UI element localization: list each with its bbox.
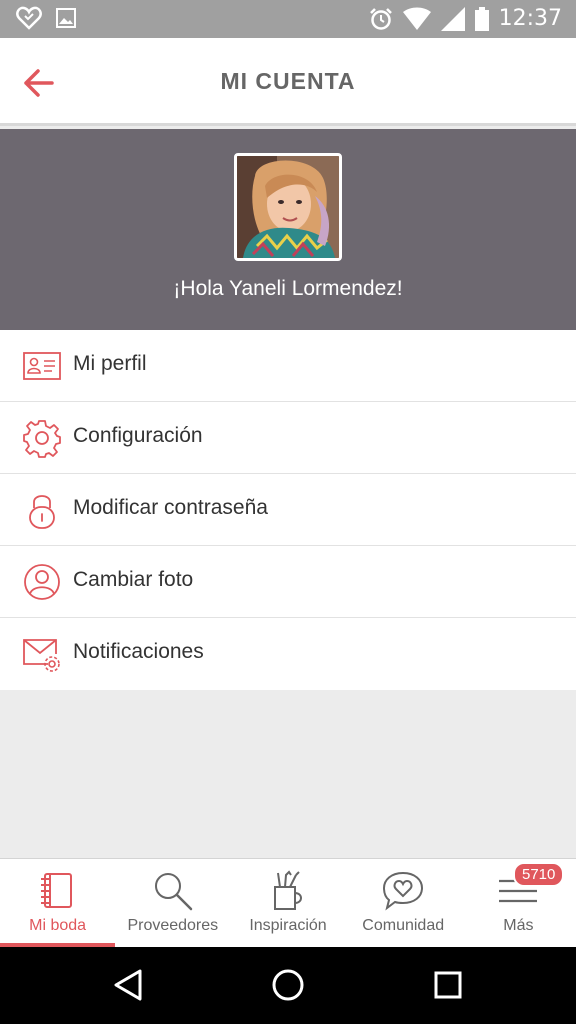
heart-outline-icon — [16, 6, 42, 30]
battery-icon — [474, 6, 489, 31]
square-recents-icon — [434, 971, 462, 999]
notebook-icon — [40, 873, 72, 908]
avatar[interactable] — [234, 153, 342, 261]
pencil-cup-icon — [274, 870, 302, 910]
tab-label: Proveedores — [127, 917, 219, 934]
tab-label: Inspiración — [249, 917, 327, 934]
page-title: MI CUENTA — [220, 68, 356, 94]
avatar-photo — [237, 156, 339, 258]
home-nav-button[interactable] — [270, 967, 306, 1003]
menu-item-label: Mi perfil — [73, 352, 147, 375]
account-menu: Mi perfil Configuración Modificar contra… — [0, 330, 576, 690]
tab-proveedores[interactable]: Proveedores — [115, 859, 230, 947]
greeting-text: ¡Hola Yaneli Lormendez! — [173, 277, 403, 300]
menu-item-label: Cambiar foto — [73, 568, 194, 591]
app-bar: MI CUENTA — [0, 38, 576, 126]
user-circle-icon — [24, 564, 60, 600]
status-bar: 12:37 — [0, 0, 576, 38]
menu-item-modificar-contrasena[interactable]: Modificar contraseña — [0, 474, 576, 546]
mail-settings-icon — [23, 639, 60, 672]
image-icon — [56, 8, 76, 28]
circle-home-icon — [272, 969, 304, 1001]
menu-item-label: Modificar contraseña — [73, 496, 268, 519]
back-nav-button[interactable] — [110, 967, 146, 1003]
status-time: 12:37 — [498, 6, 562, 31]
bottom-nav: Mi boda Proveedores Inspiración Comunida… — [0, 858, 576, 947]
search-icon — [154, 873, 193, 911]
wifi-icon — [402, 7, 431, 30]
recents-nav-button[interactable] — [430, 967, 466, 1003]
triangle-back-icon — [114, 969, 142, 1001]
menu-item-mi-perfil[interactable]: Mi perfil — [0, 330, 576, 402]
tab-label: Comunidad — [362, 917, 445, 934]
system-nav-bar — [0, 947, 576, 1024]
menu-item-configuracion[interactable]: Configuración — [0, 402, 576, 474]
lock-icon — [29, 495, 55, 529]
menu-item-notificaciones[interactable]: Notificaciones — [0, 618, 576, 690]
gear-icon — [23, 420, 61, 458]
signal-icon — [440, 6, 465, 31]
tab-comunidad[interactable]: Comunidad — [346, 859, 461, 947]
menu-item-label: Configuración — [73, 424, 203, 447]
tab-label: Mi boda — [29, 917, 87, 934]
tab-mi-boda[interactable]: Mi boda — [0, 859, 116, 947]
tab-label: Más — [503, 917, 534, 934]
id-card-icon — [23, 352, 61, 380]
profile-header: ¡Hola Yaneli Lormendez! — [0, 129, 576, 330]
menu-item-cambiar-foto[interactable]: Cambiar foto — [0, 546, 576, 618]
menu-item-label: Notificaciones — [73, 640, 204, 663]
alarm-icon — [369, 7, 392, 30]
chat-heart-icon — [383, 871, 424, 911]
tab-inspiracion[interactable]: Inspiración — [230, 859, 345, 947]
notification-badge: 5710 — [513, 862, 565, 887]
